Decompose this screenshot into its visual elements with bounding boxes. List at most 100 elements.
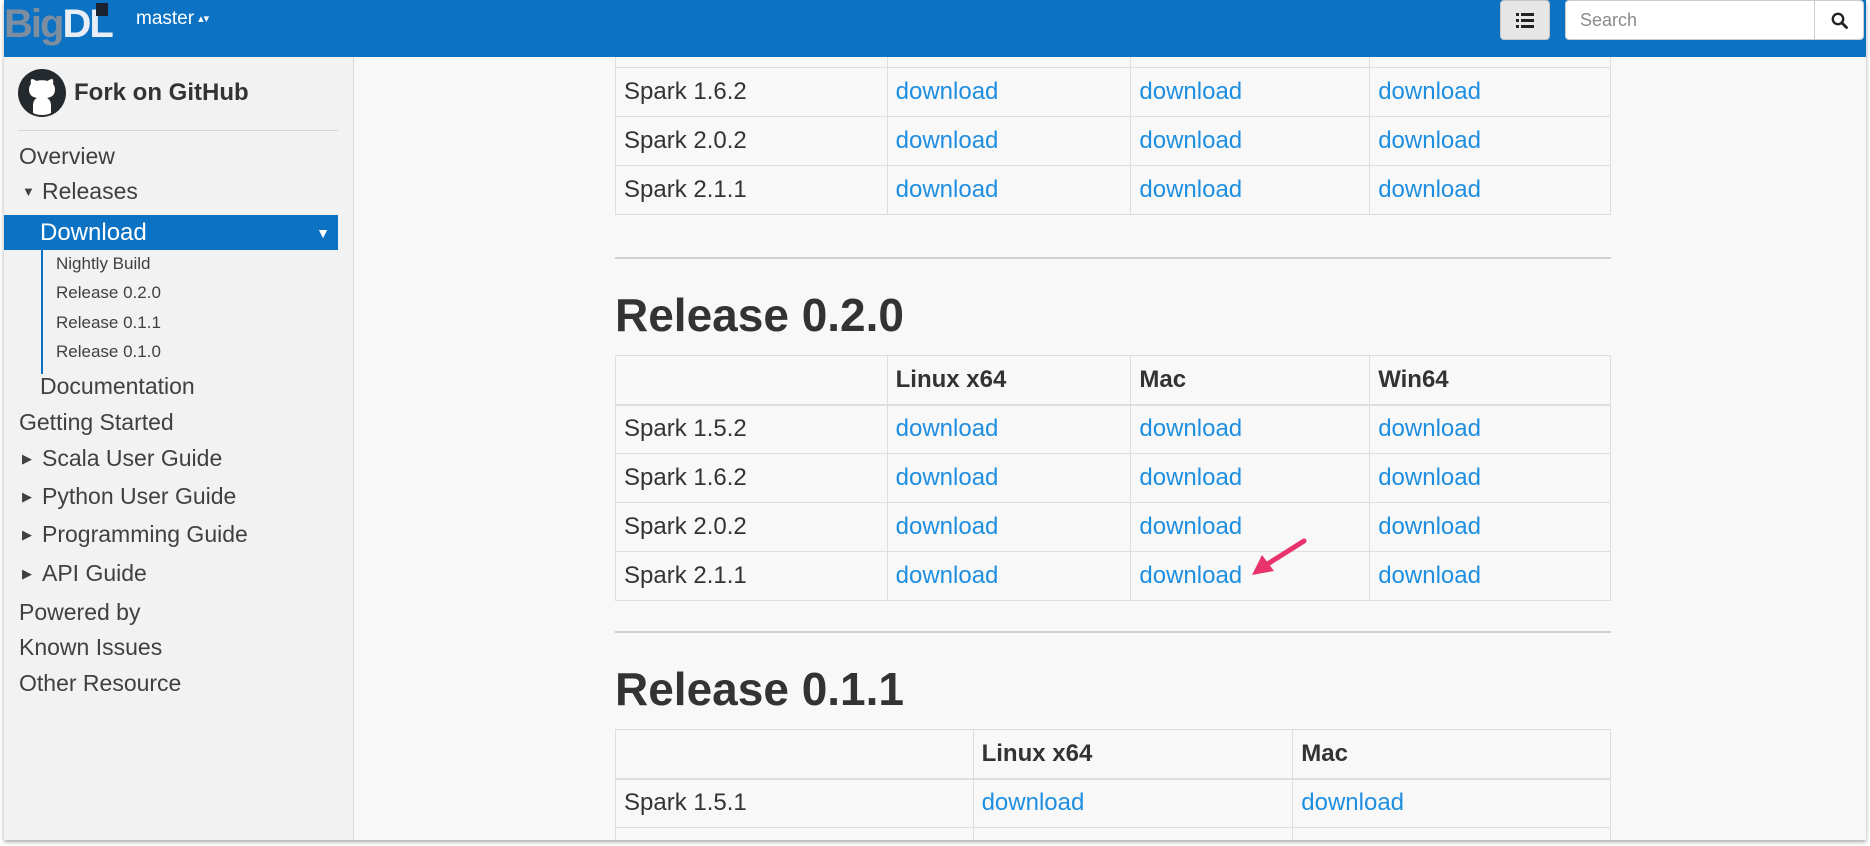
- column-header-win64: Win64: [1369, 355, 1611, 406]
- download-link-highlighted[interactable]: download: [1139, 562, 1242, 589]
- table-header-row: Linux x64 Mac: [615, 729, 1611, 780]
- table-row: Spark 2.1.1 download download download: [615, 551, 1611, 601]
- download-link[interactable]: download: [896, 78, 999, 105]
- column-header: [615, 355, 888, 406]
- table-header-row: Linux x64 Mac Win64: [615, 355, 1611, 406]
- sidebar-item-label: Getting Started: [19, 409, 174, 435]
- download-link[interactable]: download: [1139, 464, 1242, 491]
- column-header: [615, 729, 974, 780]
- column-header-mac: Mac: [1130, 355, 1371, 406]
- annotation-arrow-icon: [1252, 538, 1307, 575]
- sidebar-subitem-release-020[interactable]: Release 0.2.0: [56, 283, 161, 303]
- download-link[interactable]: download: [1378, 78, 1481, 105]
- sidebar-item-label: API Guide: [42, 560, 147, 586]
- sidebar-item-label: Releases: [42, 178, 138, 204]
- release-011-heading: Release 0.1.1: [615, 663, 905, 715]
- spark-version-cell: Spark 1.5.1: [615, 778, 974, 828]
- sidebar: Fork on GitHub Overview ▼ Releases Downl…: [4, 57, 354, 840]
- table-row: Spark 1.6.2 download download download: [615, 67, 1611, 117]
- github-octocat-icon: [18, 69, 66, 117]
- spark-version-cell: Spark 1.5.2: [615, 404, 888, 454]
- list-icon: [1516, 12, 1534, 28]
- column-header-linux: Linux x64: [886, 355, 1132, 406]
- sidebar-item-scala-user-guide[interactable]: ▶ Scala User Guide: [22, 445, 222, 472]
- section-divider: [615, 631, 1611, 633]
- sidebar-item-other-resource[interactable]: Other Resource: [19, 670, 181, 697]
- spark-version-cell: Spark 2.0.2: [615, 116, 888, 166]
- sidebar-item-label: Download: [40, 218, 147, 246]
- sidebar-subitem-release-010[interactable]: Release 0.1.0: [56, 342, 161, 362]
- download-link[interactable]: download: [1378, 513, 1481, 540]
- fork-on-github-link[interactable]: Fork on GitHub: [18, 69, 249, 117]
- sidebar-item-programming-guide[interactable]: ▶ Programming Guide: [22, 521, 248, 548]
- browser-page: BigDL master▴▾ Fork o: [4, 0, 1866, 840]
- version-selector[interactable]: master ▴▾: [136, 8, 209, 30]
- download-link[interactable]: download: [896, 513, 999, 540]
- table-row: Spark 1.6.2 download download download: [615, 453, 1611, 503]
- toc-toggle-button[interactable]: [1500, 0, 1550, 40]
- sidebar-item-label: Python User Guide: [42, 483, 237, 509]
- magnifier-icon: [1831, 12, 1848, 29]
- sidebar-item-label: Known Issues: [19, 634, 163, 660]
- sidebar-item-overview[interactable]: Overview: [19, 143, 115, 170]
- table-row: Spark 2.1.1 download download download: [615, 165, 1611, 215]
- sidebar-item-label: Powered by: [19, 599, 141, 625]
- download-link[interactable]: download: [896, 562, 999, 589]
- download-link[interactable]: download: [896, 415, 999, 442]
- fork-label: Fork on GitHub: [74, 79, 249, 106]
- download-link[interactable]: download: [1139, 127, 1242, 154]
- download-link[interactable]: download: [1139, 513, 1242, 540]
- download-link[interactable]: download: [1139, 176, 1242, 203]
- table-row: Spark 1.5.2 download download download: [615, 404, 1611, 454]
- sidebar-item-getting-started[interactable]: Getting Started: [19, 409, 174, 436]
- download-link[interactable]: download: [896, 127, 999, 154]
- download-link[interactable]: download: [982, 789, 1085, 816]
- main-content: Spark 1.6.2 download download download S…: [355, 57, 1866, 840]
- table-row: Spark 2.0.2 download download download: [615, 502, 1611, 552]
- spark-version-cell: Spark 1.6.2: [615, 67, 888, 117]
- bigdl-logo[interactable]: BigDL: [4, 3, 114, 45]
- sidebar-item-python-user-guide[interactable]: ▶ Python User Guide: [22, 483, 236, 510]
- download-link[interactable]: download: [1378, 127, 1481, 154]
- download-link[interactable]: download: [1378, 176, 1481, 203]
- sidebar-item-label: Other Resource: [19, 670, 182, 696]
- column-header-linux: Linux x64: [972, 729, 1294, 780]
- updown-caret-icon: ▴▾: [198, 13, 210, 25]
- spark-version-cell: Spark 2.1.1: [615, 165, 888, 215]
- triangle-right-icon: ▶: [22, 565, 32, 581]
- column-header-mac: Mac: [1292, 729, 1611, 780]
- sidebar-item-known-issues[interactable]: Known Issues: [19, 634, 162, 661]
- section-divider: [615, 257, 1611, 259]
- download-link[interactable]: download: [1378, 415, 1481, 442]
- triangle-down-icon: ▼: [316, 224, 330, 241]
- search-input[interactable]: [1565, 0, 1815, 40]
- logo-square-icon: [96, 3, 108, 16]
- sidebar-item-label: Documentation: [40, 373, 195, 399]
- release-020-table: Linux x64 Mac Win64 Spark 1.5.2 download…: [615, 355, 1611, 601]
- download-link[interactable]: download: [1378, 562, 1481, 589]
- sidebar-item-powered-by[interactable]: Powered by: [19, 599, 140, 626]
- table-row: Spark 2.0.2 download download download: [615, 116, 1611, 166]
- spark-version-cell: Spark 2.1.1: [615, 551, 888, 601]
- triangle-right-icon: ▶: [22, 488, 32, 504]
- table-row: [615, 827, 1611, 840]
- download-link[interactable]: download: [896, 464, 999, 491]
- sidebar-item-documentation[interactable]: Documentation: [40, 373, 195, 400]
- spark-version-cell: Spark 2.0.2: [615, 502, 888, 552]
- download-link[interactable]: download: [1139, 415, 1242, 442]
- download-link[interactable]: download: [1301, 789, 1404, 816]
- sidebar-item-label: Overview: [19, 143, 115, 169]
- sidebar-subitem-release-011[interactable]: Release 0.1.1: [56, 313, 161, 333]
- top-navbar: BigDL master ▴▾: [4, 0, 1866, 57]
- sidebar-item-label: Scala User Guide: [42, 445, 223, 471]
- sidebar-item-download[interactable]: Download ▼: [4, 215, 338, 250]
- sidebar-divider: [18, 130, 338, 131]
- download-link[interactable]: download: [1378, 464, 1481, 491]
- sidebar-subitem-nightly-build[interactable]: Nightly Build: [56, 254, 151, 274]
- download-link[interactable]: download: [1139, 78, 1242, 105]
- sidebar-item-api-guide[interactable]: ▶ API Guide: [22, 560, 147, 587]
- spark-version-cell: Spark 1.6.2: [615, 453, 888, 503]
- download-link[interactable]: download: [896, 176, 999, 203]
- search-button[interactable]: [1814, 0, 1864, 40]
- sidebar-item-releases[interactable]: ▼ Releases: [22, 178, 138, 205]
